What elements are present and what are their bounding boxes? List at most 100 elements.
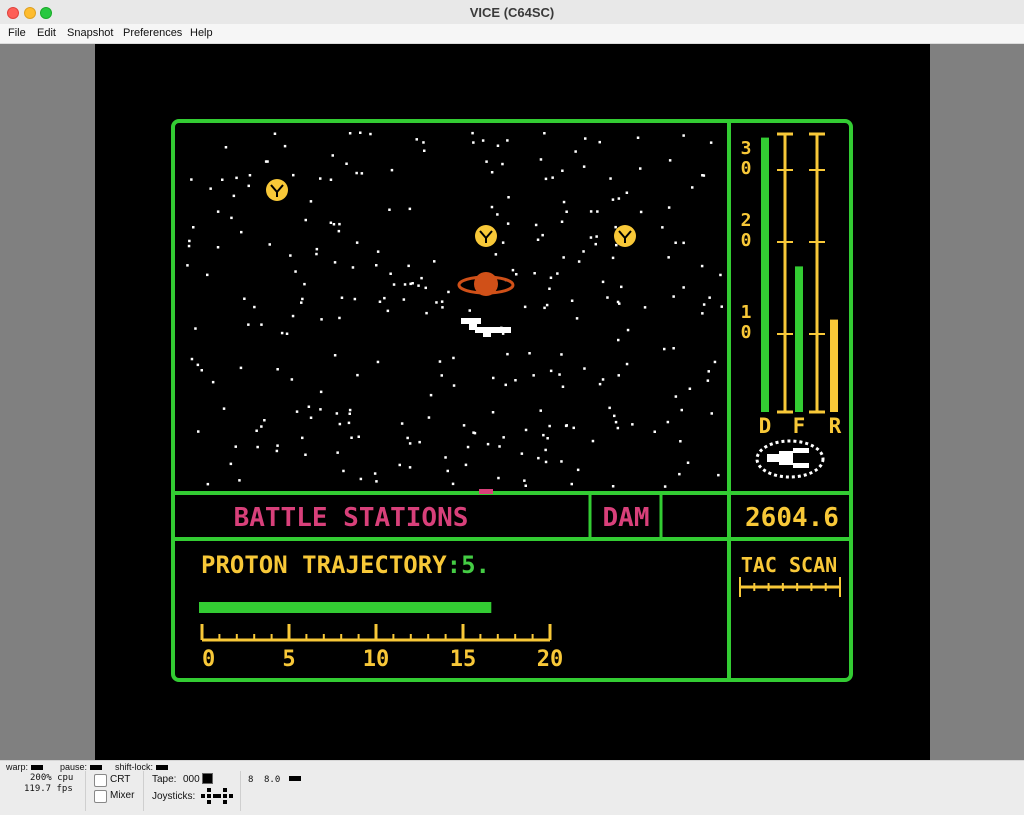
star [710,412,713,415]
shift-lock-indicator: shift-lock: [115,762,169,772]
star [243,297,246,300]
star [536,238,540,241]
enemy-ship-icon [755,439,825,479]
star [691,186,694,189]
star [351,266,355,269]
star [285,332,289,335]
star [617,374,620,377]
star [668,159,672,162]
star [329,221,333,224]
gauge-tick-digit: 3 [741,138,752,159]
star [583,367,586,370]
star [506,222,510,225]
menu-snapshot[interactable]: Snapshot [67,27,113,39]
star [425,311,428,315]
star [452,356,455,360]
star [194,327,197,330]
star [196,363,200,367]
star [295,410,299,413]
scale-label: 15 [450,647,477,672]
star [268,243,271,246]
star [345,162,348,165]
star [562,200,566,204]
damage-indicator: DAM [603,503,650,533]
tape-motor-icon[interactable] [202,773,213,784]
star [320,318,323,321]
scale-label: 10 [363,647,390,672]
star [232,194,236,198]
star [309,416,313,419]
star [709,141,713,144]
star [348,412,351,415]
star [216,210,220,213]
pause-label: pause: [60,762,88,772]
scale-label: 20 [537,647,564,672]
star [260,425,263,428]
starbase-icon [266,179,288,201]
star [235,176,238,180]
star [574,150,577,153]
star [618,302,621,305]
star [472,141,475,144]
mixer-checkbox[interactable] [94,790,107,803]
tape-label: Tape: [152,774,177,785]
star [485,160,488,163]
star [423,149,426,152]
star [601,378,605,381]
star [462,424,466,427]
joystick-port-icon[interactable] [201,788,233,804]
menu-bar: File Edit Snapshot Preferences Help [0,24,1024,44]
star [543,306,546,310]
star [471,131,474,135]
star [234,445,237,448]
gauge-bar-f [795,266,803,412]
star [667,256,670,259]
menu-edit[interactable]: Edit [37,27,56,39]
star [706,379,710,382]
star [636,136,640,139]
star [373,472,377,475]
star [192,226,195,229]
star [440,300,444,303]
star [481,139,485,142]
star [239,366,243,370]
star [700,264,704,268]
star [255,429,258,432]
star [506,352,509,356]
star [273,132,277,135]
star [319,177,322,180]
star [400,422,404,425]
star [415,138,418,141]
gauge-tick-digit: 0 [741,158,752,179]
menu-help[interactable]: Help [190,27,213,39]
gauge-bar-d [761,137,769,412]
star [539,158,543,161]
star [403,283,407,286]
star [216,246,220,249]
star [534,223,538,227]
star [211,380,215,384]
star [420,276,423,280]
c64-screen[interactable]: 302010 D F R BATTLE STATIONS DAM 2604.6 … [95,44,930,760]
star [528,352,531,355]
star [263,419,266,422]
title-bar: VICE (C64SC) [0,0,1024,25]
menu-file[interactable]: File [8,27,26,39]
star [292,173,295,177]
gauge-tick-digit: 0 [741,230,752,251]
star [661,226,664,229]
star [672,295,675,298]
star [492,376,495,380]
star [336,451,339,454]
star [337,229,341,233]
star [340,296,344,299]
star [446,469,449,473]
menu-preferences[interactable]: Preferences [123,27,182,39]
gauge-panel: 302010 D F R [741,132,842,438]
star [347,421,351,425]
star [209,187,212,190]
star [504,383,507,387]
star [639,210,643,214]
crt-checkbox[interactable] [94,774,107,787]
starfield [186,131,723,488]
